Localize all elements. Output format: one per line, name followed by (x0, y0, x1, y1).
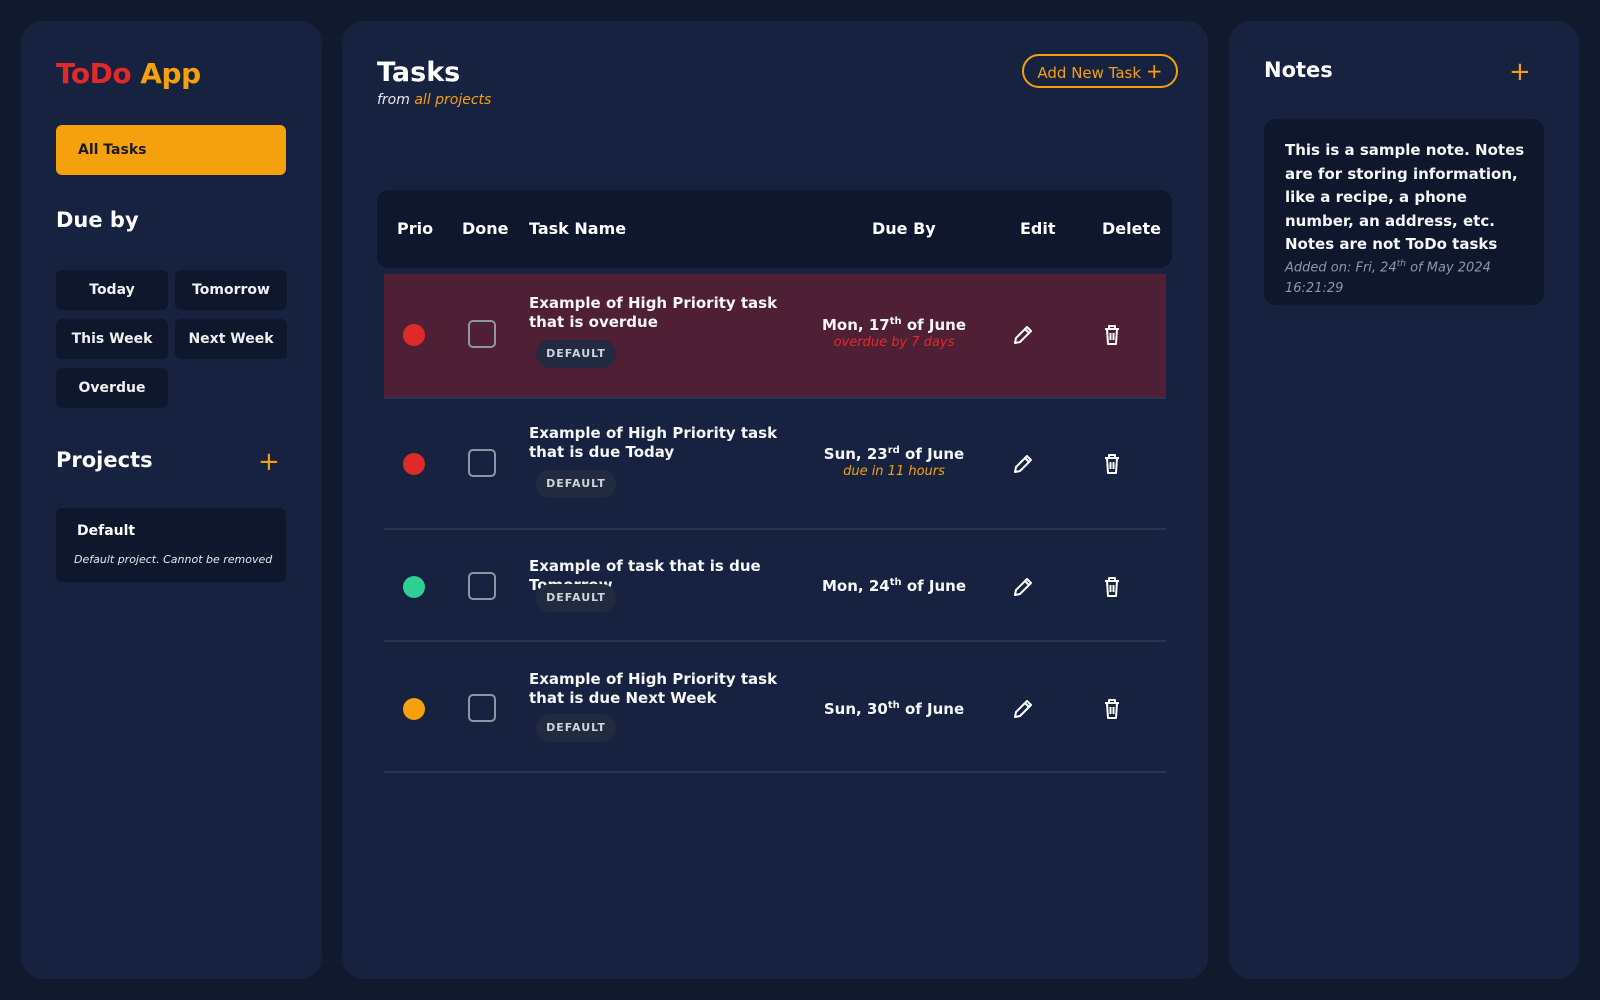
column-prio: Prio (397, 219, 434, 238)
done-checkbox[interactable] (468, 449, 496, 477)
app-logo: ToDo App (56, 57, 201, 90)
due-date: Mon, 24th of June (821, 577, 966, 595)
task-name: Example of High Priority task that is ov… (529, 294, 778, 331)
task-name: Example of High Priority task that is du… (529, 424, 778, 461)
project-name: Default (77, 523, 136, 539)
trash-icon[interactable] (1100, 575, 1124, 599)
task-row: Example of High Priority task that is ov… (384, 274, 1166, 399)
filter-this-week-button[interactable]: This Week (56, 319, 168, 359)
project-tag: DEFAULT (536, 340, 616, 368)
project-description: Default project. Cannot be removed (74, 553, 273, 566)
filter-overdue-button[interactable]: Overdue (56, 368, 168, 408)
notes-panel: Notes + This is a sample note. Notes are… (1229, 21, 1579, 979)
column-due-by: Due By (872, 219, 936, 238)
trash-icon[interactable] (1100, 697, 1124, 721)
due-date-cell: Sun, 30th of June (804, 700, 984, 718)
add-new-task-button[interactable]: Add New Task + (1022, 54, 1178, 88)
task-row: Example of High Priority task that is du… (384, 642, 1166, 773)
all-tasks-button[interactable]: All Tasks (56, 125, 286, 175)
due-date: Sun, 23rd of June (823, 445, 965, 463)
subtitle-prefix: from (377, 92, 410, 108)
table-header: Prio Done Task Name Due By Edit Delete (377, 190, 1172, 268)
task-row: Example of task that is due Tomorrow DEF… (384, 530, 1166, 642)
priority-indicator (403, 453, 425, 475)
page-title: Tasks (377, 57, 461, 88)
add-note-plus-icon[interactable]: + (1509, 59, 1531, 85)
due-date-cell: Mon, 24th of June (804, 577, 984, 595)
due-date-cell: Mon, 17th of June overdue by 7 days (804, 316, 984, 350)
page-subtitle: from all projects (377, 92, 491, 108)
column-done: Done (462, 219, 509, 238)
projects-heading: Projects (56, 448, 153, 472)
due-date: Mon, 17th of June (821, 316, 966, 334)
sidebar: ToDo App All Tasks Due by Today Tomorrow… (21, 21, 322, 979)
note-text: This is a sample note. Notes are for sto… (1285, 141, 1525, 253)
pencil-icon[interactable] (1011, 323, 1035, 347)
due-by-heading: Due by (56, 208, 139, 232)
subtitle-project-filter: all projects (414, 92, 492, 108)
due-date: Sun, 30th of June (823, 700, 965, 718)
filter-tomorrow-button[interactable]: Tomorrow (175, 270, 287, 310)
due-status: overdue by 7 days (833, 335, 955, 350)
column-task-name: Task Name (529, 219, 627, 238)
logo-part-todo: ToDo (56, 57, 132, 90)
pencil-icon[interactable] (1011, 452, 1035, 476)
project-tag: DEFAULT (536, 584, 616, 612)
column-edit: Edit (1020, 219, 1056, 238)
note-added-date: Added on: Fri, 24th of May 2024 16:21:29 (1285, 259, 1491, 297)
due-date-cell: Sun, 23rd of June due in 11 hours (804, 445, 984, 479)
project-card-default[interactable]: Default Default project. Cannot be remov… (56, 508, 286, 582)
filter-today-button[interactable]: Today (56, 270, 168, 310)
filter-next-week-button[interactable]: Next Week (175, 319, 287, 359)
due-status: due in 11 hours (843, 464, 945, 479)
done-checkbox[interactable] (468, 694, 496, 722)
task-row: Example of High Priority task that is du… (384, 399, 1166, 530)
pencil-icon[interactable] (1011, 575, 1035, 599)
project-tag: DEFAULT (536, 714, 616, 742)
add-new-task-label: Add New Task (1037, 64, 1142, 82)
pencil-icon[interactable] (1011, 697, 1035, 721)
trash-icon[interactable] (1100, 323, 1124, 347)
plus-icon: + (1145, 59, 1163, 83)
tasks-panel: Tasks from all projects Add New Task + P… (342, 21, 1208, 979)
task-name: Example of High Priority task that is du… (529, 670, 778, 707)
project-tag: DEFAULT (536, 470, 616, 498)
column-delete: Delete (1102, 219, 1161, 238)
priority-indicator (403, 698, 425, 720)
add-project-plus-icon[interactable]: + (258, 449, 280, 475)
notes-heading: Notes (1264, 58, 1333, 82)
trash-icon[interactable] (1100, 452, 1124, 476)
priority-indicator (403, 576, 425, 598)
priority-indicator (403, 324, 425, 346)
note-card[interactable]: This is a sample note. Notes are for sto… (1264, 119, 1544, 305)
done-checkbox[interactable] (468, 320, 496, 348)
done-checkbox[interactable] (468, 572, 496, 600)
logo-part-app: App (140, 57, 201, 90)
